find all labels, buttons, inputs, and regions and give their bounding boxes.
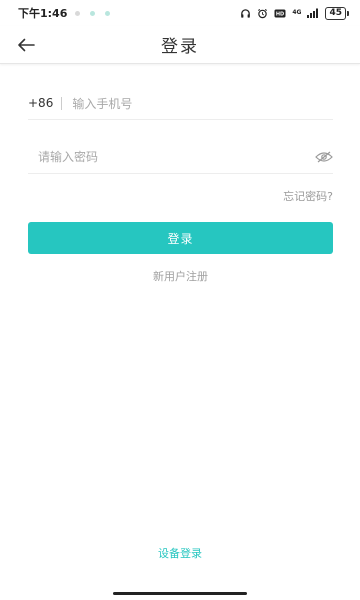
status-time: 下午1:46 — [18, 7, 68, 20]
status-right: HD 4G 45 — [240, 6, 349, 20]
status-bar: 下午1:46 HD 4G 45 — [0, 0, 360, 26]
phone-input[interactable] — [72, 96, 333, 111]
password-row — [28, 140, 333, 174]
notification-dot-icon — [105, 10, 111, 16]
battery-icon: 45 — [325, 6, 349, 20]
eye-off-icon — [315, 151, 333, 162]
country-code[interactable]: +86 — [28, 97, 63, 110]
forgot-password-link[interactable]: 忘记密码? — [28, 188, 333, 204]
app-header: 登录 — [0, 26, 360, 64]
password-visibility-toggle[interactable] — [315, 150, 333, 164]
login-button[interactable]: 登录 — [28, 222, 333, 254]
svg-text:HD: HD — [276, 11, 284, 17]
status-left: 下午1:46 — [18, 5, 111, 21]
page-title: 登录 — [161, 37, 199, 57]
headphones-icon — [241, 8, 251, 18]
password-input[interactable] — [38, 149, 315, 164]
phone-row: +86 — [28, 88, 333, 120]
register-link[interactable]: 新用户注册 — [28, 268, 333, 284]
notification-dots — [75, 10, 111, 16]
notification-dot-icon — [75, 10, 81, 16]
network-type-label: 4G — [292, 9, 302, 16]
notification-dot-icon — [90, 10, 96, 16]
alarm-clock-icon — [258, 8, 268, 18]
home-indicator[interactable] — [113, 592, 247, 595]
device-login-link[interactable]: 设备登录 — [0, 545, 360, 561]
signal-icon — [307, 8, 319, 18]
arrow-left-icon — [18, 38, 35, 52]
login-form: +86 忘记密码? 登录 新用户注册 — [28, 88, 333, 284]
hd-icon: HD — [274, 9, 286, 17]
back-button[interactable] — [14, 33, 38, 57]
